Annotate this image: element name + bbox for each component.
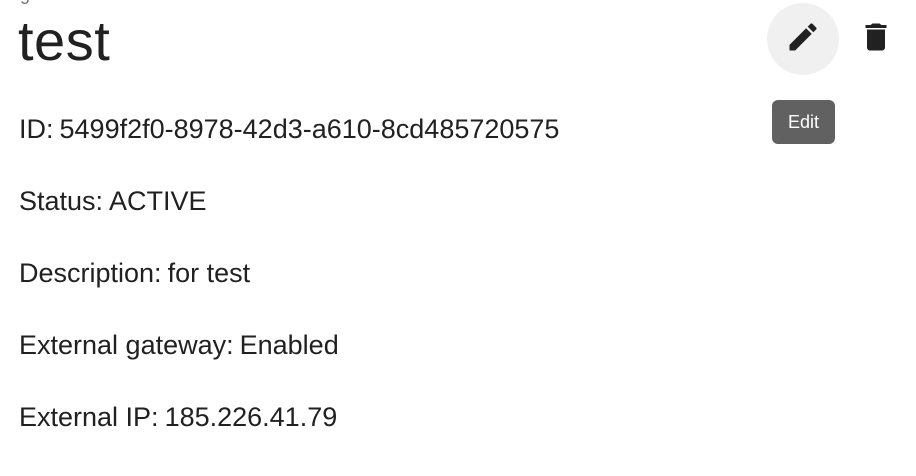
external-ip-field: External IP: 185.226.41.79	[19, 400, 337, 434]
status-label: Status:	[19, 186, 104, 216]
external-gateway-label: External gateway:	[19, 330, 234, 360]
description-label: Description:	[19, 258, 162, 288]
external-ip-label: External IP:	[19, 402, 159, 432]
trash-icon	[858, 19, 894, 60]
status-value: ACTIVE	[109, 186, 207, 216]
external-ip-value: 185.226.41.79	[164, 402, 338, 432]
external-gateway-field: External gateway: Enabled	[19, 328, 339, 362]
id-value: 5499f2f0-8978-42d3-a610-8cd485720575	[59, 114, 560, 144]
external-gateway-value: Enabled	[239, 330, 339, 360]
edit-button[interactable]	[767, 3, 839, 75]
id-label: ID:	[19, 114, 54, 144]
clipped-heading: g	[20, 0, 30, 4]
status-field: Status: ACTIVE	[19, 184, 207, 218]
delete-button[interactable]	[840, 3, 912, 75]
description-value: for test	[167, 258, 251, 288]
description-field: Description: for test	[19, 256, 250, 290]
edit-tooltip: Edit	[772, 100, 835, 144]
pencil-icon	[785, 19, 821, 60]
page-title: test	[18, 9, 111, 72]
id-field: ID: 5499f2f0-8978-42d3-a610-8cd485720575	[19, 112, 559, 146]
